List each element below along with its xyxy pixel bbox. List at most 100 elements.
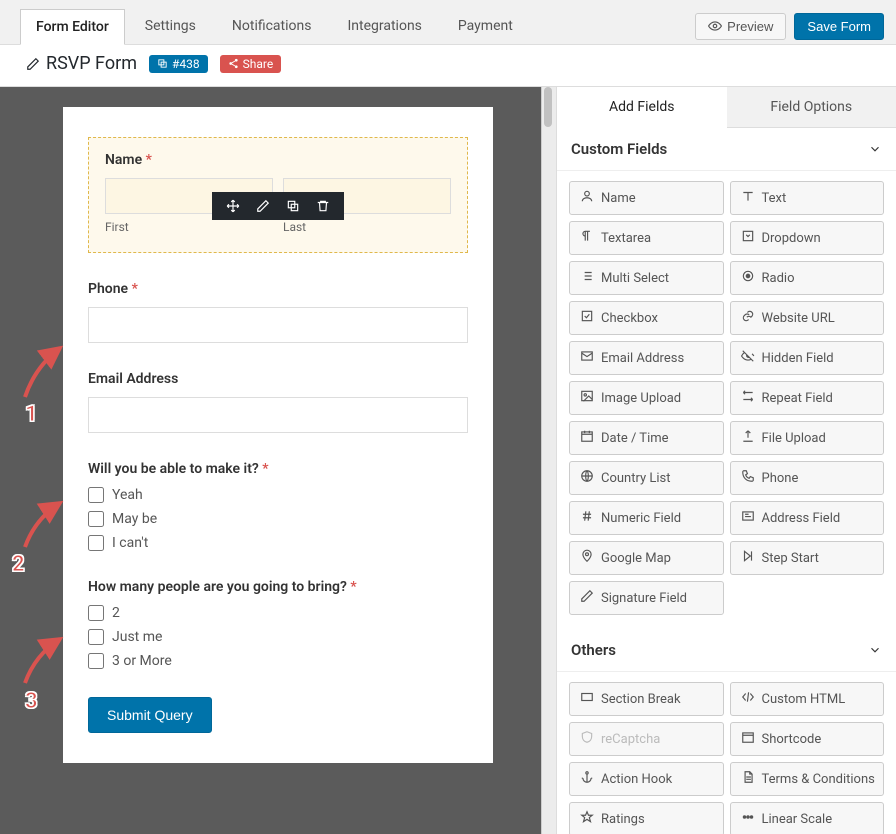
field-type-radio[interactable]: Radio <box>730 261 885 295</box>
field-type-hidden-field[interactable]: Hidden Field <box>730 341 885 375</box>
field-type-repeat-field[interactable]: Repeat Field <box>730 381 885 415</box>
section-custom-fields[interactable]: Custom Fields <box>557 128 896 171</box>
repeat-icon <box>741 389 755 407</box>
trash-icon[interactable] <box>316 199 330 213</box>
field-type-signature-field[interactable]: Signature Field <box>569 581 724 615</box>
field-type-ratings[interactable]: Ratings <box>569 802 724 834</box>
save-form-button[interactable]: Save Form <box>794 13 884 40</box>
last-name-sublabel: Last <box>283 220 451 234</box>
field-type-label: Dropdown <box>762 231 821 246</box>
field-phone[interactable]: Phone * <box>88 281 468 343</box>
field-type-label: Name <box>601 191 636 206</box>
annotation-2: 2 <box>12 552 25 577</box>
field-type-website-url[interactable]: Website URL <box>730 301 885 335</box>
field-attend[interactable]: Will you be able to make it? * Yeah May … <box>88 461 468 551</box>
mail-icon <box>580 349 594 367</box>
field-name-block[interactable]: Name * First Last <box>88 137 468 253</box>
field-type-label: reCaptcha <box>601 732 660 747</box>
required-marker: * <box>146 152 152 168</box>
form-id-badge[interactable]: #438 <box>149 55 208 73</box>
field-type-label: Linear Scale <box>762 812 833 827</box>
section-others[interactable]: Others <box>557 629 896 672</box>
field-type-recaptcha: reCaptcha <box>569 722 724 756</box>
guests-option[interactable]: 2 <box>88 605 468 621</box>
field-type-label: File Upload <box>762 431 826 446</box>
field-type-label: Radio <box>762 271 795 286</box>
caret-sq-icon <box>741 229 755 247</box>
field-type-dropdown[interactable]: Dropdown <box>730 221 885 255</box>
type-icon <box>741 189 755 207</box>
email-label: Email Address <box>88 371 468 387</box>
field-type-text[interactable]: Text <box>730 181 885 215</box>
code-icon <box>741 690 755 708</box>
phone-input[interactable] <box>88 307 468 343</box>
field-type-name[interactable]: Name <box>569 181 724 215</box>
attend-option[interactable]: I can't <box>88 535 468 551</box>
field-email[interactable]: Email Address <box>88 371 468 433</box>
share-icon <box>228 58 239 69</box>
field-type-label: Step Start <box>762 551 819 566</box>
guests-option[interactable]: Just me <box>88 629 468 645</box>
field-type-textarea[interactable]: Textarea <box>569 221 724 255</box>
field-type-step-start[interactable]: Step Start <box>730 541 885 575</box>
attend-option[interactable]: May be <box>88 511 468 527</box>
field-type-checkbox[interactable]: Checkbox <box>569 301 724 335</box>
field-type-shortcode[interactable]: Shortcode <box>730 722 885 756</box>
field-type-numeric-field[interactable]: Numeric Field <box>569 501 724 535</box>
form-title: RSVP Form <box>26 53 137 74</box>
pin-icon <box>580 549 594 567</box>
tab-settings[interactable]: Settings <box>129 8 212 44</box>
edit-icon[interactable] <box>256 199 270 213</box>
attend-option[interactable]: Yeah <box>88 487 468 503</box>
field-type-country-list[interactable]: Country List <box>569 461 724 495</box>
duplicate-icon[interactable] <box>286 199 300 213</box>
field-toolbar <box>212 192 344 220</box>
user-icon <box>580 189 594 207</box>
field-type-label: Custom HTML <box>762 692 846 707</box>
field-type-label: Website URL <box>762 311 835 326</box>
tab-form-editor[interactable]: Form Editor <box>20 9 125 45</box>
field-guests[interactable]: How many people are you going to bring? … <box>88 579 468 669</box>
dots-icon <box>741 810 755 828</box>
field-type-label: Address Field <box>762 511 841 526</box>
tab-integrations[interactable]: Integrations <box>331 8 437 44</box>
field-type-file-upload[interactable]: File Upload <box>730 421 885 455</box>
guests-option[interactable]: 3 or More <box>88 653 468 669</box>
tab-payment[interactable]: Payment <box>442 8 529 44</box>
scrollbar[interactable] <box>541 87 556 834</box>
copy-icon <box>157 58 168 69</box>
field-type-phone[interactable]: Phone <box>730 461 885 495</box>
field-type-label: Google Map <box>601 551 671 566</box>
field-type-terms-conditions[interactable]: Terms & Conditions <box>730 762 885 796</box>
field-type-custom-html[interactable]: Custom HTML <box>730 682 885 716</box>
field-type-google-map[interactable]: Google Map <box>569 541 724 575</box>
sidebar-tab-field-options[interactable]: Field Options <box>727 87 896 128</box>
sidebar-tab-add-fields[interactable]: Add Fields <box>557 87 727 128</box>
field-type-date-time[interactable]: Date / Time <box>569 421 724 455</box>
tab-notifications[interactable]: Notifications <box>216 8 328 44</box>
form-id-text: #438 <box>172 57 200 71</box>
email-input[interactable] <box>88 397 468 433</box>
move-icon[interactable] <box>226 199 240 213</box>
field-type-address-field[interactable]: Address Field <box>730 501 885 535</box>
globe-icon <box>580 469 594 487</box>
field-type-multi-select[interactable]: Multi Select <box>569 261 724 295</box>
field-type-label: Repeat Field <box>762 391 833 406</box>
field-type-action-hook[interactable]: Action Hook <box>569 762 724 796</box>
field-type-email-address[interactable]: Email Address <box>569 341 724 375</box>
guests-label: How many people are you going to bring? … <box>88 579 468 595</box>
field-type-label: Country List <box>601 471 671 486</box>
field-type-label: Text <box>762 191 787 206</box>
eye-icon <box>708 19 722 33</box>
preview-button[interactable]: Preview <box>695 13 786 40</box>
list-icon <box>580 269 594 287</box>
name-label: Name * <box>105 152 451 168</box>
submit-button[interactable]: Submit Query <box>88 697 212 733</box>
doc-icon <box>741 770 755 788</box>
field-type-linear-scale[interactable]: Linear Scale <box>730 802 885 834</box>
field-type-label: Numeric Field <box>601 511 681 526</box>
field-type-label: Multi Select <box>601 271 669 286</box>
field-type-image-upload[interactable]: Image Upload <box>569 381 724 415</box>
field-type-section-break[interactable]: Section Break <box>569 682 724 716</box>
share-button[interactable]: Share <box>220 55 282 73</box>
